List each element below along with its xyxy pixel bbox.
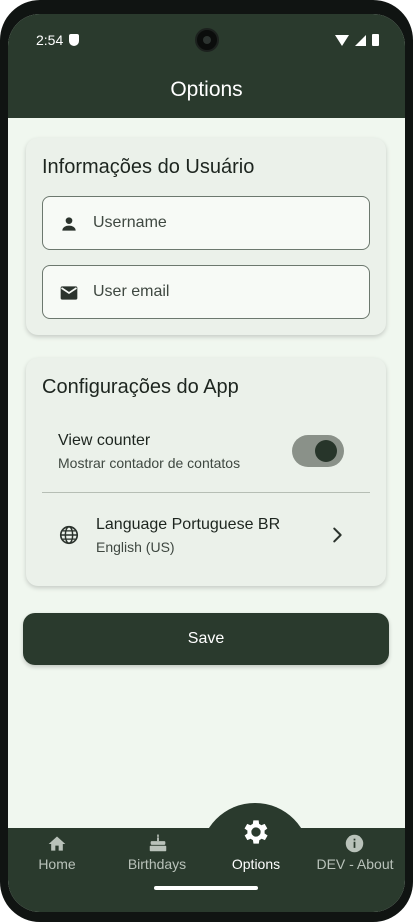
nav-label-birthdays: Birthdays bbox=[127, 856, 187, 872]
person-icon bbox=[62, 217, 76, 231]
status-time: 2:54 bbox=[36, 32, 64, 48]
nav-label-options: Options bbox=[231, 856, 281, 872]
shield-icon bbox=[69, 34, 79, 46]
view-counter-toggle[interactable] bbox=[292, 435, 344, 467]
device-frame: 2:54 Options Informações do Usuário User… bbox=[0, 0, 413, 922]
camera-cutout bbox=[195, 28, 219, 52]
info-icon bbox=[345, 834, 364, 853]
user-info-card: Informações do Usuário Username User ema… bbox=[26, 138, 386, 335]
username-placeholder: Username bbox=[93, 214, 167, 231]
email-field[interactable]: User email bbox=[42, 265, 370, 319]
username-field[interactable]: Username bbox=[42, 196, 370, 250]
toggle-knob bbox=[315, 440, 337, 462]
language-row[interactable]: Language Portuguese BR English (US) bbox=[42, 506, 370, 564]
signal-icon bbox=[355, 34, 366, 46]
status-icons bbox=[335, 34, 379, 46]
user-info-title: Informações do Usuário bbox=[42, 156, 255, 178]
gear-icon bbox=[244, 820, 268, 844]
language-subtitle: English (US) bbox=[96, 539, 175, 555]
divider bbox=[42, 492, 370, 493]
wifi-icon bbox=[335, 34, 349, 46]
bottom-navigation: Home Birthdays Options DEV - About bbox=[8, 820, 405, 912]
chevron-right-icon bbox=[333, 527, 342, 543]
page-title: Options bbox=[170, 78, 243, 101]
mail-icon bbox=[60, 286, 78, 300]
app-settings-title: Configurações do App bbox=[42, 376, 239, 398]
view-counter-subtitle: Mostrar contador de contatos bbox=[58, 455, 241, 471]
view-counter-title: View counter bbox=[58, 432, 151, 449]
cake-icon bbox=[149, 833, 167, 852]
nav-label-home: Home bbox=[38, 856, 76, 872]
language-title: Language Portuguese BR bbox=[96, 516, 281, 533]
nav-label-about: DEV - About bbox=[316, 856, 394, 872]
email-placeholder: User email bbox=[93, 283, 170, 300]
home-indicator bbox=[154, 886, 258, 890]
globe-icon bbox=[59, 525, 79, 545]
screen: 2:54 Options Informações do Usuário User… bbox=[8, 14, 405, 912]
battery-icon bbox=[372, 34, 379, 46]
save-button[interactable]: Save bbox=[23, 613, 389, 665]
home-icon bbox=[48, 836, 66, 851]
app-settings-card: Configurações do App View counter Mostra… bbox=[26, 358, 386, 586]
app-bar: 2:54 Options bbox=[8, 14, 405, 118]
